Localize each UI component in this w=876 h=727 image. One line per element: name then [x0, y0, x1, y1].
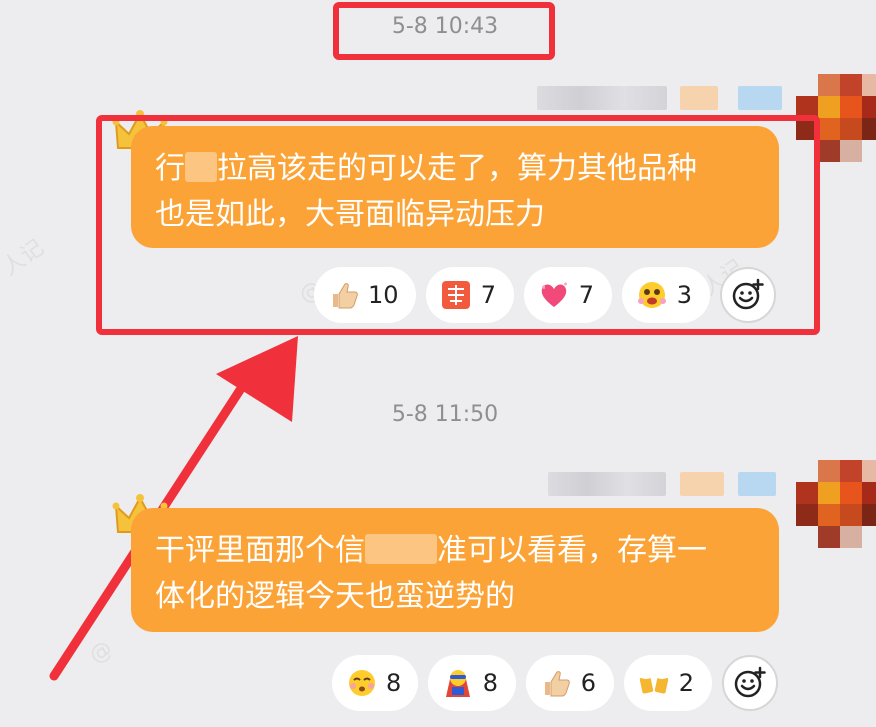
message-highlight-box: [96, 115, 820, 335]
reaction-count: 2: [678, 669, 694, 697]
sender-name-blurred: [537, 86, 667, 110]
superhero-icon: [442, 666, 475, 700]
blurred-text: [365, 534, 437, 564]
message-bubble[interactable]: 干评里面那个信 准可以看看，存算一 体化的逻辑今天也蛮逆势的: [131, 508, 779, 632]
reaction-chip[interactable]: 8: [428, 655, 516, 711]
sender-badge-blurred: [738, 472, 776, 496]
emoji-add-icon: [734, 666, 766, 698]
watermark: 人记: [0, 235, 49, 281]
message-text-line: 干评里面那个信 准可以看看，存算一: [155, 533, 707, 568]
reaction-count: 8: [482, 669, 498, 697]
reaction-count: 6: [580, 669, 596, 697]
avatar[interactable]: [796, 460, 876, 548]
sender-badge-blurred: [738, 86, 782, 110]
sender-badge-blurred: [680, 86, 718, 110]
reaction-count: 8: [386, 669, 402, 697]
timestamp-highlight-box: [333, 2, 555, 60]
reaction-chip[interactable]: 8: [332, 655, 418, 711]
reaction-chip[interactable]: 6: [526, 655, 614, 711]
reaction-chip[interactable]: 2: [624, 655, 712, 711]
reaction-bar: 8 8 6 2: [332, 655, 778, 711]
sender-name-blurred: [548, 472, 666, 496]
thumbs-up-icon: [540, 666, 573, 700]
add-reaction-button[interactable]: [722, 655, 778, 711]
sender-badge-blurred: [680, 472, 724, 496]
message-text-line: 体化的逻辑今天也蛮逆势的: [155, 579, 515, 614]
beer-mugs-icon: [638, 666, 671, 700]
blushing-face-icon: [346, 666, 378, 700]
message-timestamp: 5-8 11:50: [391, 402, 499, 427]
